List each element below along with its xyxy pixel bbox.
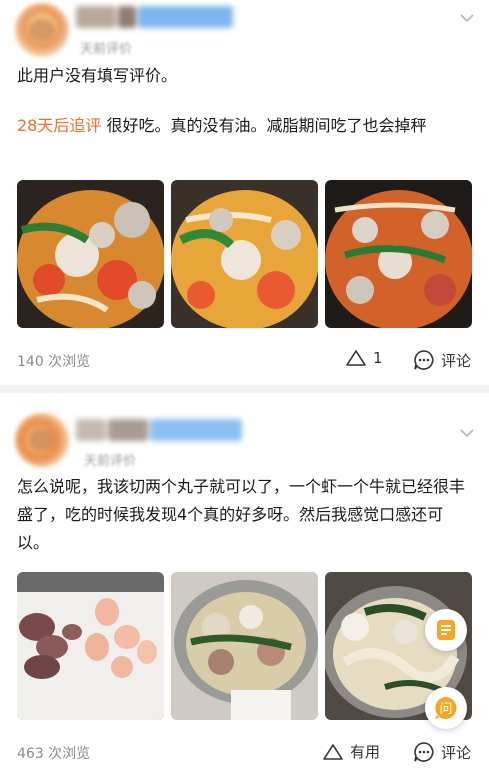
review-text: 怎么说呢，我该切两个丸子就可以了，一个虾一个牛就已经很丰盛了，吃的时候我发现4个…: [17, 477, 466, 552]
review-date: 天前评价: [80, 42, 133, 57]
review-photo[interactable]: [17, 180, 164, 328]
chevron-down-icon[interactable]: [459, 10, 475, 26]
username-blurred[interactable]: [76, 419, 246, 441]
comment-bubble-icon: [414, 350, 434, 370]
review-card: 天前评价 怎么说呢，我该切两个丸子就可以了，一个虾一个牛就已经很丰盛了，吃的时候…: [0, 393, 489, 777]
orders-float-button[interactable]: [425, 609, 467, 651]
like-triangle-icon: [323, 743, 343, 760]
ask-float-button[interactable]: 问: [425, 687, 467, 729]
view-count: 140 次浏览: [17, 354, 91, 370]
review-photo[interactable]: [171, 572, 318, 720]
helpful-label: 有用: [350, 743, 381, 761]
followup-review: 28天后追评 很好吃。真的没有油。减脂期间吃了也会掉秤: [17, 112, 469, 140]
avatar[interactable]: [15, 3, 69, 57]
orders-icon: [437, 620, 455, 640]
ask-glyph: 问: [439, 702, 452, 717]
like-count: 1: [373, 349, 383, 367]
comment-button[interactable]: 评论: [413, 741, 471, 763]
review-photo[interactable]: [171, 180, 318, 328]
view-count: 463 次浏览: [17, 746, 91, 762]
helpful-button[interactable]: 有用: [322, 741, 380, 762]
review-footer: 140 次浏览 1 评论: [17, 347, 472, 375]
review-card: 天前评价 此用户没有填写评价。 28天后追评 很好吃。真的没有油。减脂期间吃了也…: [0, 0, 489, 385]
review-photo[interactable]: [325, 180, 472, 328]
like-button[interactable]: 1: [345, 349, 383, 367]
avatar[interactable]: [15, 413, 69, 467]
section-divider: [0, 385, 489, 393]
comment-bubble-icon: [414, 742, 434, 762]
review-date: 天前评价: [84, 454, 137, 469]
chevron-down-icon[interactable]: [459, 425, 475, 441]
photo-gallery: [17, 180, 472, 328]
followup-tag: 28天后追评: [17, 116, 102, 135]
review-footer: 463 次浏览 有用 评论: [17, 739, 472, 767]
review-text: 此用户没有填写评价。: [17, 66, 178, 85]
review-photo[interactable]: [17, 572, 164, 720]
comment-label: 评论: [441, 351, 472, 370]
comment-label: 评论: [441, 743, 472, 762]
photo-gallery: [17, 572, 472, 720]
comment-button[interactable]: 评论: [413, 349, 471, 371]
username-blurred[interactable]: [76, 6, 236, 28]
like-triangle-icon: [346, 350, 366, 366]
ask-question-icon: 问: [435, 697, 457, 719]
followup-text: 很好吃。真的没有油。减脂期间吃了也会掉秤: [106, 116, 427, 135]
